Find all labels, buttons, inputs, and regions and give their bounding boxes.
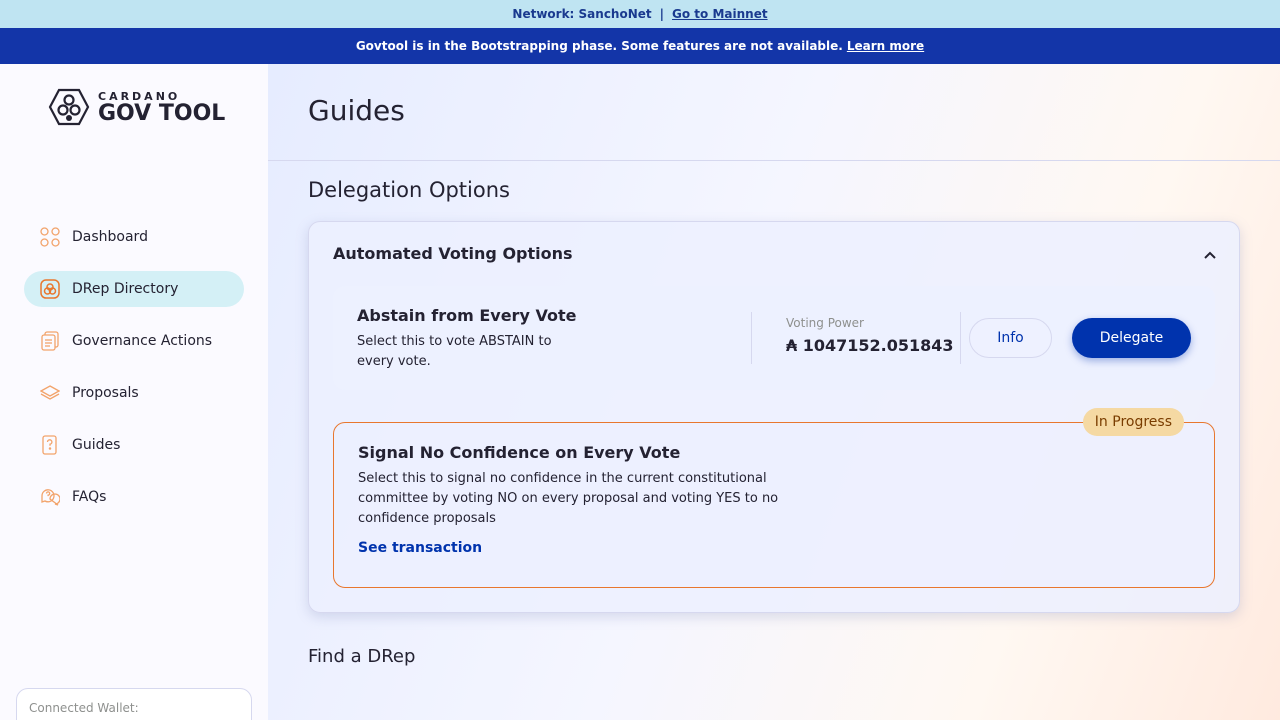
sidebar-item-faqs[interactable]: FAQs [24,479,244,515]
sidebar-item-label: FAQs [72,489,107,505]
sidebar: CARDANO GOV TOOL Dashboard DRep Director… [0,64,268,720]
sidebar-item-label: Governance Actions [72,333,213,349]
sidebar-item-guides[interactable]: Guides [24,427,244,463]
abstain-option: Abstain from Every Vote Select this to v… [333,286,1215,390]
divider [960,312,961,364]
gov-tool-logo-icon [48,88,90,126]
guides-icon [40,435,60,455]
bootstrap-banner: Govtool is in the Bootstrapping phase. S… [0,28,1280,64]
section-title: Delegation Options [308,178,510,202]
sidebar-item-label: DRep Directory [72,281,179,297]
main-content: Guides Delegation Options Automated Voti… [268,64,1280,720]
network-label: Network: SanchoNet [512,7,652,21]
network-separator: | [659,7,665,21]
no-confidence-description: Select this to signal no confidence in t… [358,471,779,526]
in-progress-badge: In Progress [1082,408,1184,436]
no-confidence-option: In Progress Signal No Confidence on Ever… [333,408,1215,588]
page-title: Guides [308,94,405,127]
page-header: Guides [268,64,1280,161]
bootstrap-message: Govtool is in the Bootstrapping phase. S… [355,39,843,53]
chevron-up-icon[interactable] [1203,248,1217,262]
sidebar-item-proposals[interactable]: Proposals [24,375,244,411]
sidebar-item-drep-directory[interactable]: DRep Directory [24,271,244,307]
sidebar-nav: Dashboard DRep Directory Governance Acti… [24,219,244,531]
connected-wallet-card[interactable]: Connected Wallet: [16,688,252,720]
abstain-description: Select this to vote ABSTAIN to every vot… [357,334,552,369]
voting-power-value: ₳ 1047152.051843 [786,336,954,355]
sidebar-item-label: Proposals [72,385,139,401]
proposals-icon [40,383,60,403]
sidebar-item-dashboard[interactable]: Dashboard [24,219,244,255]
learn-more-link[interactable]: Learn more [847,39,924,53]
automated-voting-options-title: Automated Voting Options [333,244,573,263]
find-drep-title: Find a DRep [308,646,416,667]
automated-voting-options-card: Automated Voting Options Abstain from Ev… [308,221,1240,613]
divider [751,312,752,364]
governance-actions-icon [40,331,60,351]
gov-tool-logo[interactable]: CARDANO GOV TOOL [48,88,225,126]
network-bar: Network: SanchoNet | Go to Mainnet [0,0,1280,28]
drep-directory-icon [40,279,60,299]
abstain-title: Abstain from Every Vote [357,306,577,325]
sidebar-item-label: Dashboard [72,229,148,245]
sidebar-item-governance-actions[interactable]: Governance Actions [24,323,244,359]
go-to-mainnet-link[interactable]: Go to Mainnet [672,7,768,21]
dashboard-icon [40,227,60,247]
sidebar-item-label: Guides [72,437,121,453]
connected-wallet-label: Connected Wallet: [29,701,139,715]
logo-big-text: GOV TOOL [98,100,226,126]
delegate-button[interactable]: Delegate [1072,318,1191,358]
info-button[interactable]: Info [969,318,1052,358]
voting-power-label: Voting Power [786,316,864,330]
no-confidence-title: Signal No Confidence on Every Vote [358,443,681,462]
see-transaction-link[interactable]: See transaction [358,540,482,556]
faqs-icon [40,487,60,507]
